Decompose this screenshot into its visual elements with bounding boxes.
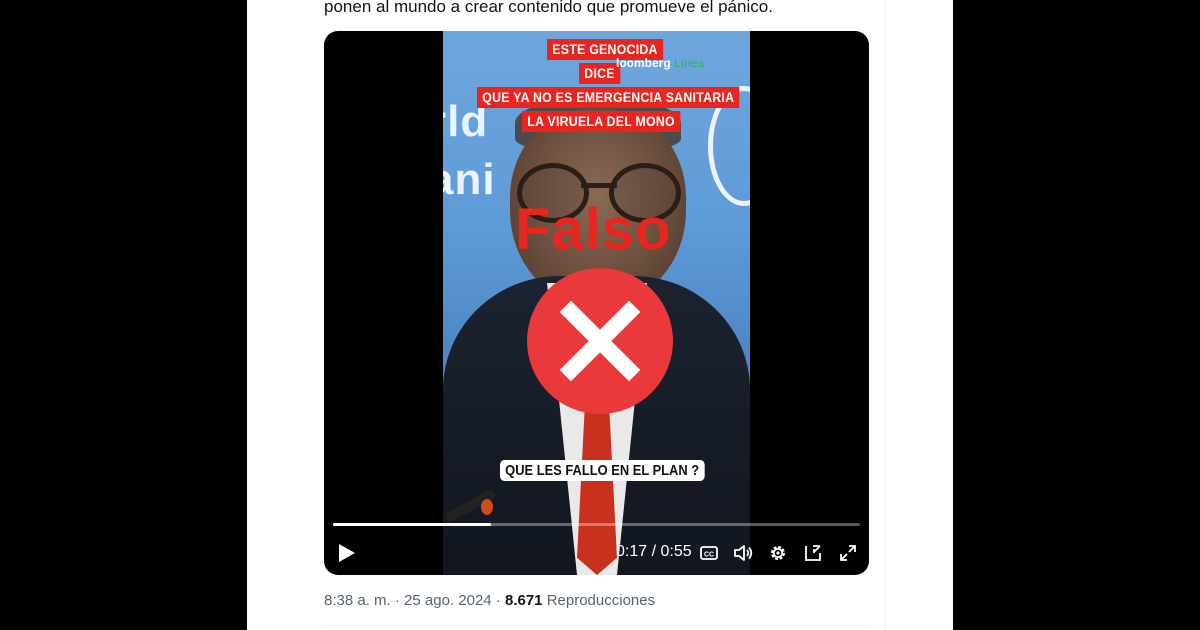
false-x-icon xyxy=(527,268,673,414)
views-label: Reproducciones xyxy=(546,592,656,609)
dock-icon[interactable] xyxy=(803,543,823,563)
tweet-text: ponen al mundo a crear contenido que pro… xyxy=(324,0,773,16)
overlay-caption-2: DICE xyxy=(579,63,621,84)
meta-separator-2: · xyxy=(495,592,501,609)
column-border xyxy=(884,0,885,630)
background-banner-text: rldani xyxy=(443,97,496,204)
meta-divider xyxy=(324,626,869,627)
tweet-meta: 8:38 a. m. · 25 ago. 2024 · 8.671 Reprod… xyxy=(324,592,655,609)
time-display: 0:17 / 0:55 xyxy=(616,543,692,560)
views-count: 8.671 xyxy=(504,592,543,609)
verdict-label: Falso xyxy=(515,197,672,262)
progress-played xyxy=(333,523,492,526)
overlay-caption-4: LA VIRUELA DEL MONO xyxy=(522,111,681,132)
meta-separator-1: · xyxy=(394,592,400,609)
tweet-time[interactable]: 8:38 a. m. xyxy=(324,592,391,609)
volume-icon[interactable] xyxy=(733,543,753,563)
settings-icon[interactable] xyxy=(768,543,788,563)
tweet-date[interactable]: 25 ago. 2024 xyxy=(404,592,492,609)
captions-icon[interactable]: CC xyxy=(699,543,719,563)
video-progress-bar[interactable] xyxy=(333,523,860,526)
fullscreen-icon[interactable] xyxy=(838,543,858,563)
microphone-tip xyxy=(481,499,493,515)
overlay-caption-3: QUE YA NO ES EMERGENCIA SANITARIA xyxy=(477,87,740,108)
play-icon[interactable] xyxy=(339,544,355,562)
bloomberg-linea-logo: loomberg Línea xyxy=(616,56,705,70)
bottom-caption: QUE LES FALLO EN EL PLAN ? xyxy=(500,460,705,481)
svg-text:CC: CC xyxy=(704,552,714,559)
